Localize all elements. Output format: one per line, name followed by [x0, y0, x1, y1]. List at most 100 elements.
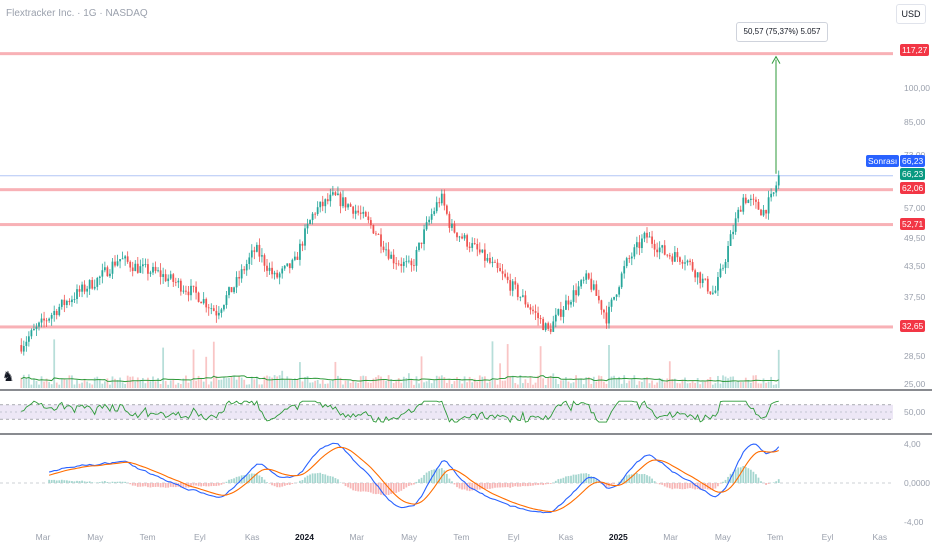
candle[interactable]	[243, 269, 246, 271]
candle[interactable]	[491, 261, 494, 263]
candle[interactable]	[532, 309, 534, 312]
candle[interactable]	[121, 258, 124, 260]
candle[interactable]	[144, 264, 147, 265]
candle[interactable]	[179, 280, 182, 292]
candle[interactable]	[324, 199, 327, 207]
candle[interactable]	[719, 268, 722, 278]
candle[interactable]	[443, 193, 446, 206]
candle[interactable]	[271, 267, 273, 275]
candle[interactable]	[717, 277, 719, 291]
candle[interactable]	[615, 294, 618, 297]
candle[interactable]	[162, 274, 165, 277]
candle[interactable]	[60, 299, 63, 307]
candle[interactable]	[628, 258, 631, 259]
candle[interactable]	[182, 290, 185, 292]
candle[interactable]	[694, 270, 697, 278]
candle[interactable]	[521, 295, 524, 297]
candle[interactable]	[55, 310, 58, 316]
candle[interactable]	[755, 199, 757, 202]
candle[interactable]	[86, 288, 89, 292]
candle[interactable]	[65, 300, 68, 306]
candle[interactable]	[509, 280, 512, 291]
candle[interactable]	[635, 242, 638, 248]
candle[interactable]	[668, 255, 671, 257]
candle[interactable]	[362, 211, 365, 214]
candle[interactable]	[587, 273, 590, 279]
candle[interactable]	[364, 211, 367, 217]
candle[interactable]	[618, 287, 621, 295]
candle[interactable]	[689, 260, 691, 263]
candle[interactable]	[88, 280, 91, 289]
candle[interactable]	[413, 265, 415, 267]
candle[interactable]	[592, 284, 595, 290]
candle[interactable]	[519, 296, 522, 298]
candle[interactable]	[397, 263, 400, 265]
candle[interactable]	[139, 266, 142, 273]
candle[interactable]	[597, 295, 600, 301]
candle[interactable]	[380, 234, 382, 247]
candle[interactable]	[76, 289, 78, 300]
candle[interactable]	[319, 201, 322, 208]
candle[interactable]	[172, 274, 175, 282]
candle[interactable]	[296, 256, 299, 260]
candle[interactable]	[93, 286, 96, 289]
candle[interactable]	[739, 209, 742, 212]
candle[interactable]	[63, 299, 66, 306]
candle[interactable]	[445, 205, 448, 214]
candle[interactable]	[230, 287, 233, 293]
candle[interactable]	[577, 286, 580, 296]
candle[interactable]	[430, 214, 433, 220]
candle[interactable]	[425, 222, 428, 230]
level-line[interactable]	[0, 223, 893, 227]
candle[interactable]	[681, 261, 684, 264]
candle[interactable]	[240, 269, 243, 279]
candle[interactable]	[514, 281, 517, 285]
candle[interactable]	[734, 218, 737, 232]
candle[interactable]	[390, 254, 393, 259]
candle[interactable]	[253, 250, 256, 252]
candle[interactable]	[661, 245, 664, 248]
candle[interactable]	[215, 310, 218, 316]
candle[interactable]	[311, 213, 314, 221]
candle[interactable]	[281, 268, 284, 274]
candle[interactable]	[98, 276, 101, 278]
candle[interactable]	[202, 299, 205, 304]
candle[interactable]	[565, 300, 567, 310]
candle[interactable]	[537, 312, 539, 319]
candle[interactable]	[291, 259, 294, 269]
candle[interactable]	[590, 278, 593, 290]
candle[interactable]	[71, 299, 73, 303]
candle[interactable]	[620, 273, 623, 288]
candle[interactable]	[762, 209, 765, 216]
candle[interactable]	[749, 198, 752, 200]
candle[interactable]	[486, 257, 489, 261]
candle[interactable]	[116, 261, 119, 266]
candle[interactable]	[456, 232, 458, 238]
candle[interactable]	[344, 197, 347, 208]
candle[interactable]	[101, 270, 104, 277]
candle[interactable]	[489, 257, 491, 263]
candle[interactable]	[81, 284, 83, 292]
candle[interactable]	[559, 309, 562, 317]
candle[interactable]	[630, 256, 633, 259]
candle[interactable]	[339, 193, 342, 207]
candle[interactable]	[299, 243, 301, 260]
candle[interactable]	[499, 268, 501, 272]
candle[interactable]	[288, 263, 291, 269]
candle[interactable]	[400, 263, 403, 267]
candle[interactable]	[331, 192, 334, 195]
candle[interactable]	[435, 202, 438, 212]
candle[interactable]	[478, 249, 481, 253]
currency-button[interactable]: USD	[896, 4, 926, 24]
candle[interactable]	[40, 318, 43, 323]
candle[interactable]	[539, 318, 542, 319]
candle[interactable]	[119, 259, 121, 262]
candle[interactable]	[174, 281, 177, 283]
candle[interactable]	[367, 216, 370, 221]
candle[interactable]	[30, 330, 33, 337]
candle[interactable]	[190, 285, 192, 296]
candle[interactable]	[613, 296, 615, 300]
candle[interactable]	[562, 309, 565, 317]
candle[interactable]	[742, 197, 745, 212]
candle[interactable]	[595, 284, 598, 296]
